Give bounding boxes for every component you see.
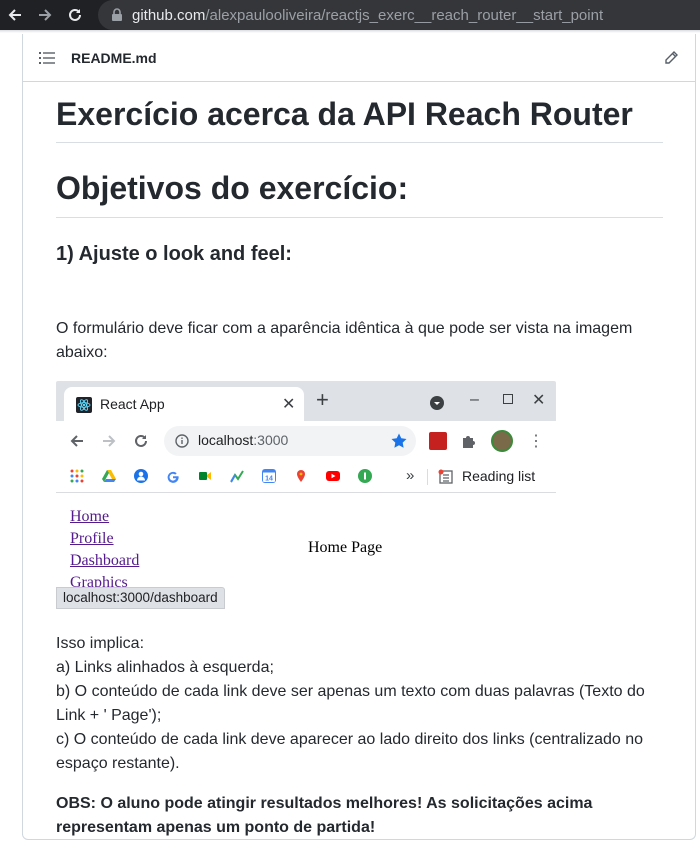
meet-icon <box>199 472 211 480</box>
screenshot-address-host: localhost <box>198 432 254 448</box>
green-badge-icon <box>358 469 372 483</box>
readme-filename: README.md <box>71 50 157 66</box>
screenshot-image: React App ✕ + – ✕ localhost:3000 ⋮ 14 » … <box>56 381 556 611</box>
calendar-icon: 14 <box>262 469 276 483</box>
implications-line: Isso implica: <box>56 635 145 652</box>
readme-panel: README.md Exercício acerca da API Reach … <box>22 34 696 840</box>
screenshot-link-dashboard: Dashboard <box>70 552 140 569</box>
reading-list-label: Reading list <box>462 468 536 484</box>
screenshot-bookmarks-bar: 14 » Reading list <box>56 461 556 493</box>
subheading: 1) Ajuste o look and feel: <box>56 243 292 265</box>
readme-title: Exercício acerca da API Reach Router <box>56 94 663 143</box>
youtube-icon <box>326 471 340 481</box>
implications-line: c) O conteúdo de cada link deve aparecer… <box>56 731 644 772</box>
browser-toolbar: github.com/alexpaulooliveira/reactjs_exe… <box>0 0 700 30</box>
extension-icon <box>429 432 447 450</box>
account-icon <box>134 469 148 483</box>
lock-icon <box>112 8 122 21</box>
reload-icon <box>135 434 147 447</box>
section-heading: Objetivos do exercício: <box>56 168 663 218</box>
info-icon <box>175 434 189 448</box>
screenshot-page: Home Profile Dashboard Graphics Home Pag… <box>56 493 556 611</box>
screenshot-links: Home Profile Dashboard Graphics <box>70 506 139 594</box>
readme-header: README.md <box>23 34 695 82</box>
maps-icon <box>297 470 305 482</box>
arrow-right-icon <box>39 9 52 21</box>
kebab-menu-icon: ⋮ <box>528 433 544 450</box>
forward-button[interactable] <box>30 0 60 30</box>
bookmarks-divider <box>427 469 428 485</box>
address-bar[interactable]: github.com/alexpaulooliveira/reactjs_exe… <box>98 0 700 30</box>
implications-line: a) Links alinhados à esquerda; <box>56 659 274 676</box>
maximize-icon <box>503 394 513 404</box>
apps-icon <box>70 469 84 483</box>
url-path: /alexpaulooliveira/reactjs_exerc__reach_… <box>205 6 604 24</box>
toolbar-shadow <box>0 30 700 33</box>
more-bookmarks-icon: » <box>406 467 415 484</box>
avatar <box>491 430 513 452</box>
drive-icon <box>102 470 116 482</box>
analytics-icon <box>230 470 244 483</box>
puzzle-icon <box>463 436 475 448</box>
screenshot-toolbar: localhost:3000 ⋮ <box>56 421 556 461</box>
screenshot-link-profile: Profile <box>70 530 114 547</box>
screenshot-link-home: Home <box>70 508 110 525</box>
obs-paragraph: OBS: O aluno pode atingir resultados mel… <box>56 795 593 836</box>
reading-list-icon <box>438 469 453 484</box>
minimize-icon: – <box>470 391 479 408</box>
intro-paragraph: O formulário deve ficar com a aparência … <box>56 320 633 361</box>
implications-line: b) O conteúdo de cada link deve ser apen… <box>56 683 645 724</box>
screenshot-tabstrip: React App ✕ + – ✕ <box>56 381 556 421</box>
screenshot-tab: React App ✕ <box>64 387 304 421</box>
arrow-left-icon <box>70 435 83 447</box>
screenshot-tab-title: React App <box>100 396 165 412</box>
implications-paragraph: Isso implica: a) Links alinhados à esque… <box>56 632 663 776</box>
arrow-left-icon <box>8 9 21 21</box>
screenshot-page-content: Home Page <box>308 539 383 556</box>
pencil-icon[interactable] <box>663 50 679 66</box>
reload-button[interactable] <box>60 0 90 30</box>
screenshot-omnibox: localhost:3000 <box>164 426 416 456</box>
reload-icon <box>69 8 81 21</box>
star-icon <box>391 433 407 448</box>
google-icon <box>167 471 179 483</box>
calendar-number: 14 <box>265 476 273 483</box>
list-icon[interactable] <box>39 51 55 65</box>
tab-search-icon <box>430 396 444 410</box>
back-button[interactable] <box>0 0 30 30</box>
close-icon: ✕ <box>282 396 296 413</box>
arrow-right-icon <box>103 435 116 447</box>
window-close-icon: ✕ <box>532 392 546 409</box>
screenshot-status-url: localhost:3000/dashboard <box>56 587 225 609</box>
url-host: github.com <box>132 6 206 24</box>
react-logo-icon <box>76 397 92 413</box>
screenshot-address-port: :3000 <box>253 432 289 448</box>
plus-icon: + <box>316 387 329 412</box>
